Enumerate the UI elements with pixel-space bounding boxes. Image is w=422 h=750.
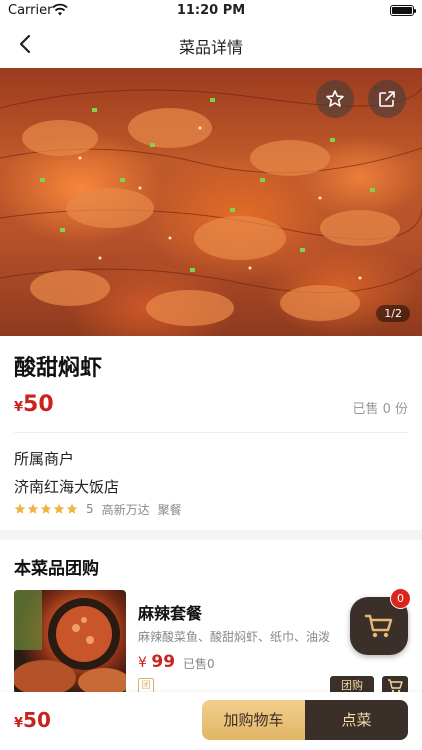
merchant-category: 聚餐 [157, 502, 182, 517]
star-icon [14, 503, 26, 514]
dish-name: 酸甜焖虾 [14, 356, 103, 381]
order-button[interactable]: 点菜 [305, 700, 408, 740]
cart-count-badge: 0 [390, 588, 411, 609]
star-icon [66, 503, 78, 514]
nav-bar: 菜品详情 [0, 22, 422, 66]
share-icon [379, 91, 395, 107]
clock: 11:20 PM [176, 3, 246, 18]
rating-stars [14, 503, 78, 515]
dish-photo-gallery[interactable]: 1/2 [0, 68, 422, 336]
combo-sold: 已售0 [183, 657, 215, 671]
group-buy-title: 本菜品团购 [14, 559, 99, 579]
combo-price: ¥ 99 [138, 652, 175, 672]
merchant-area: 高新万达 [101, 502, 150, 517]
combo-price-value: 99 [151, 652, 176, 672]
favorite-button[interactable] [316, 80, 354, 118]
merchant-label: 所属商户 [14, 450, 75, 468]
bottom-action-bar: ¥50 加购物车 点菜 [0, 692, 422, 750]
page-title: 菜品详情 [178, 38, 243, 57]
merchant-rating-row: 5 高新万达 聚餐 [14, 500, 190, 518]
battery-icon [390, 5, 416, 16]
star-icon [40, 503, 52, 514]
shopping-cart-icon [364, 614, 393, 638]
divider [14, 432, 408, 433]
combo-name[interactable]: 麻辣套餐 [138, 600, 202, 624]
status-bar: Carrier 11:20 PM [0, 0, 422, 22]
star-outline-icon [326, 90, 344, 107]
star-icon [27, 503, 39, 514]
combo-photo-art [14, 590, 126, 694]
dish-photo [0, 87, 422, 326]
combo-currency: ¥ [138, 655, 147, 671]
rating-score: 5 [86, 502, 94, 516]
currency-symbol: ¥ [14, 400, 24, 415]
sold-count: 已售 0 份 [352, 402, 408, 417]
combo-photo[interactable] [14, 590, 126, 694]
section-separator [0, 530, 422, 540]
bottom-currency: ¥ [14, 716, 24, 731]
page-indicator: 1/2 [376, 305, 410, 322]
add-to-cart-button[interactable]: 加购物车 [202, 700, 305, 740]
star-icon [53, 503, 65, 514]
bottom-price-value: 50 [23, 708, 51, 732]
bottom-price: ¥50 [14, 708, 51, 732]
merchant-name[interactable]: 济南红海大饭店 [14, 476, 119, 497]
share-button[interactable] [368, 80, 406, 118]
price-row: ¥50 已售 0 份 [14, 392, 408, 422]
cart-icon [388, 679, 403, 693]
dish-price: 50 [23, 392, 54, 417]
combo-description: 麻辣酸菜鱼、酸甜焖虾、纸巾、油泼 [138, 630, 331, 644]
